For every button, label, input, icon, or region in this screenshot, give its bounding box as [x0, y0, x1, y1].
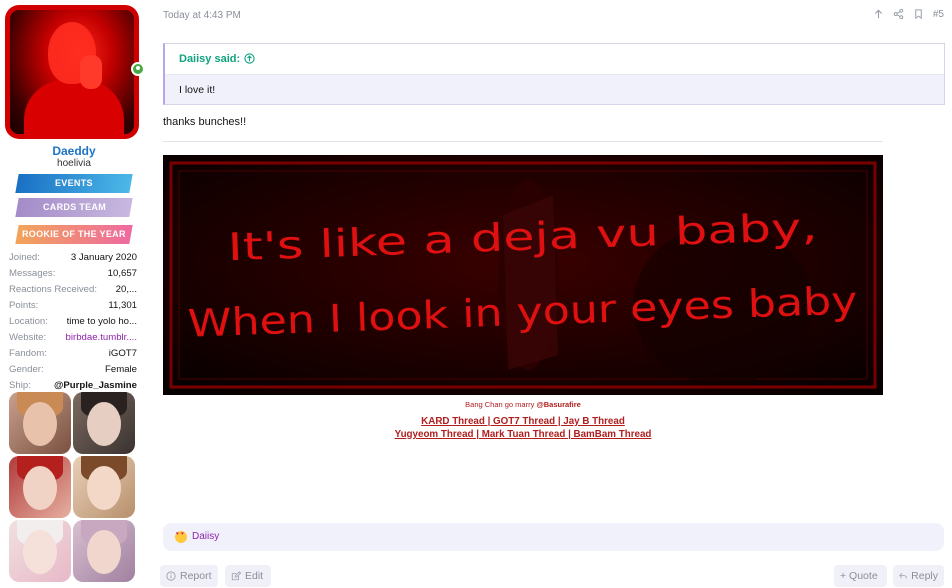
stat-points: Points: 11,301	[9, 300, 137, 311]
reaction-user-link[interactable]: Daiisy	[192, 531, 219, 542]
bookmark-icon[interactable]	[913, 8, 924, 20]
events-banner: EVENTS	[15, 174, 133, 193]
edit-button[interactable]: Edit	[225, 565, 271, 587]
quote-text: I love it!	[179, 84, 216, 96]
reply-button[interactable]: Reply	[893, 565, 944, 587]
user-title: hoelivia	[57, 158, 91, 169]
stat-reactions: Reactions Received: 20,...	[9, 284, 137, 295]
profile-photo	[73, 456, 135, 518]
edit-icon	[231, 571, 241, 581]
profile-photo	[73, 520, 135, 582]
heart-eyes-emoji-icon	[175, 531, 187, 543]
post-actions: #5	[873, 8, 944, 20]
reactions-bar[interactable]: Daiisy	[163, 523, 944, 551]
reply-arrow-icon	[899, 573, 907, 579]
quote-author[interactable]: Daiisy said:	[179, 53, 255, 65]
report-button[interactable]: Report	[160, 565, 218, 587]
signature-credit: Bang Chan go marry @Basurafire	[465, 400, 581, 409]
stat-website: Website: birbdae.tumblr....	[9, 330, 137, 346]
cards-team-banner: CARDS TEAM	[15, 198, 133, 217]
share-icon[interactable]	[893, 8, 904, 20]
signature-divider	[163, 141, 883, 142]
signature-banner-image: It's like a deja vu baby, When I look in…	[163, 155, 883, 395]
profile-photo	[9, 456, 71, 518]
info-circle-icon	[166, 571, 176, 581]
stat-fandom: Fandom: iGOT7	[9, 348, 137, 359]
stat-location: Location: time to yolo ho...	[9, 316, 137, 327]
user-stats: Joined: 3 January 2020 Messages: 10,657 Re…	[9, 250, 137, 394]
stat-joined: Joined: 3 January 2020	[9, 252, 137, 263]
online-status-icon	[131, 62, 145, 76]
profile-photo	[9, 392, 71, 454]
website-link[interactable]: birbdae.tumblr....	[66, 330, 137, 346]
stat-messages: Messages: 10,657	[9, 268, 137, 279]
profile-photo	[9, 520, 71, 582]
user-sidebar: Daeddy hoelivia EVENTS CARDS TEAM ROOKIE…	[0, 0, 150, 588]
jump-to-quote-icon[interactable]	[244, 53, 255, 64]
post-timestamp[interactable]: Today at 4:43 PM	[163, 10, 241, 21]
rookie-of-the-year-banner: ROOKIE OF THE YEAR	[15, 225, 133, 244]
post-main: Today at 4:43 PM #5 Daiisy said: I love …	[160, 0, 945, 588]
signature-threads-link-2[interactable]: Yugyeom Thread | Mark Tuan Thread | BamB…	[395, 429, 652, 440]
stat-gender: Gender: Female	[9, 364, 137, 375]
quote-block: Daiisy said: I love it!	[163, 43, 945, 105]
profile-photo	[73, 392, 135, 454]
credit-handle-link[interactable]: @Basurafire	[536, 400, 580, 409]
quote-button[interactable]: + Quote	[834, 565, 887, 587]
post-number[interactable]: #5	[933, 9, 944, 20]
user-avatar[interactable]	[5, 5, 139, 139]
upload-arrow-icon[interactable]	[873, 8, 884, 20]
username-link[interactable]: Daeddy	[0, 144, 148, 158]
post-message: thanks bunches!!	[163, 116, 247, 128]
